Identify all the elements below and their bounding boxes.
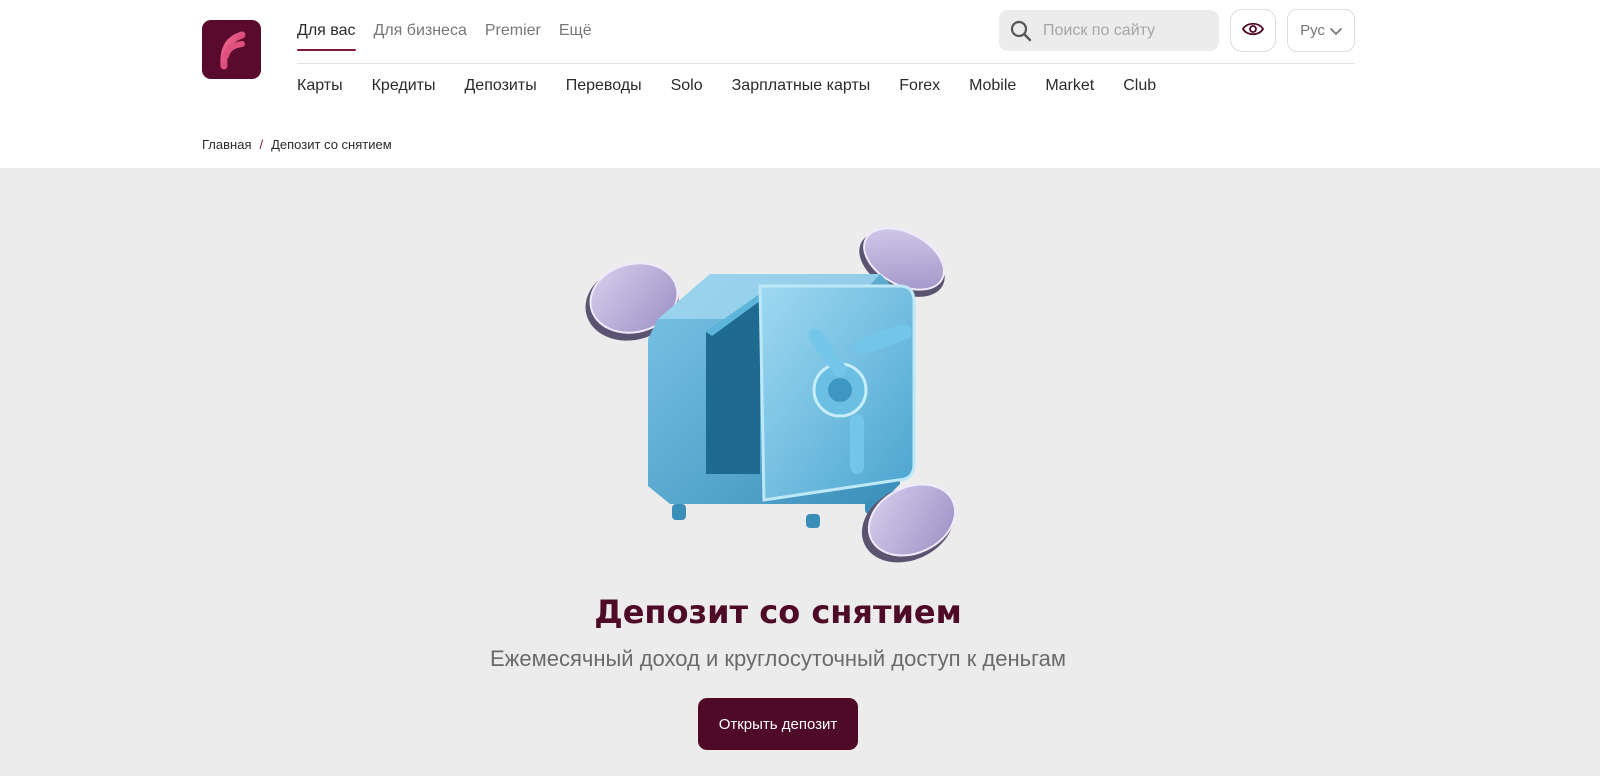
page-title: Депозит со снятием [594,593,962,631]
language-label: Рус [1300,22,1325,39]
audience-tabs: Для вас Для бизнеса Premier Ещё [297,20,592,52]
nav-item-club[interactable]: Club [1123,75,1156,97]
breadcrumb-separator: / [259,137,264,152]
search-box[interactable] [999,10,1219,51]
chevron-down-icon [1330,21,1342,40]
nav-item-forex[interactable]: Forex [899,75,940,97]
breadcrumb: Главная / Депозит со снятием [202,137,392,152]
breadcrumb-home[interactable]: Главная [202,137,251,152]
tab-premier[interactable]: Premier [485,20,541,52]
nav-item-solo[interactable]: Solo [671,75,703,97]
nav-item-loans[interactable]: Кредиты [372,75,436,97]
hero-section: Депозит со снятием Ежемесячный доход и к… [0,168,1600,776]
nav-item-market[interactable]: Market [1045,75,1094,97]
breadcrumb-current: Депозит со снятием [271,137,392,152]
nav-item-transfers[interactable]: Переводы [566,75,642,97]
header-divider [297,63,1355,64]
tab-for-you[interactable]: Для вас [297,20,356,52]
nav-item-mobile[interactable]: Mobile [969,75,1016,97]
eye-icon [1241,22,1265,39]
search-input[interactable] [1043,21,1213,40]
open-deposit-button[interactable]: Открыть депозит [698,698,858,750]
main-nav: Карты Кредиты Депозиты Переводы Solo Зар… [297,75,1156,97]
bank-logo-icon[interactable] [202,20,261,79]
nav-item-salary-cards[interactable]: Зарплатные карты [732,75,871,97]
tab-more[interactable]: Ещё [559,20,592,52]
nav-item-deposits[interactable]: Депозиты [464,75,536,97]
safe-with-coins-illustration [580,224,980,584]
page-subtitle: Ежемесячный доход и круглосуточный досту… [489,646,1067,671]
site-header: Для вас Для бизнеса Premier Ещё Рус [0,0,1600,168]
language-select[interactable]: Рус [1287,9,1355,52]
nav-item-cards[interactable]: Карты [297,75,343,97]
tab-for-business[interactable]: Для бизнеса [374,20,467,52]
search-icon [1010,20,1032,42]
accessibility-button[interactable] [1230,9,1276,52]
